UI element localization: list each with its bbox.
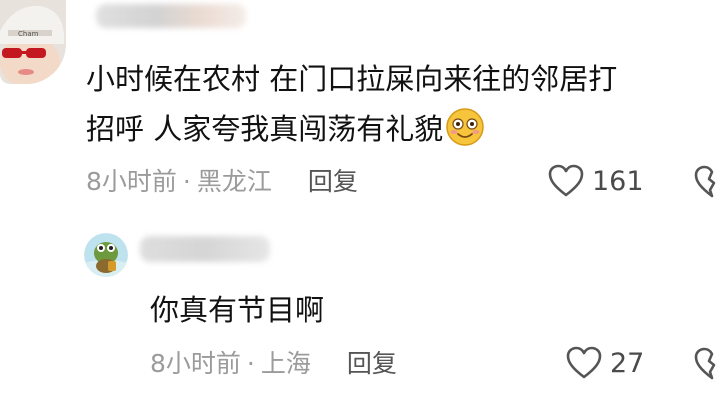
username-blurred[interactable] bbox=[140, 236, 270, 262]
comment-location: 上海 bbox=[260, 349, 311, 378]
meta-separator: · bbox=[182, 167, 191, 196]
dislike-broken-heart-icon[interactable] bbox=[694, 165, 720, 199]
avatar[interactable]: Cham bbox=[0, 0, 66, 84]
comment-line-1: 小时候在农村 在门口拉屎向来往的邻居打 bbox=[86, 62, 618, 96]
reply-button[interactable]: 回复 bbox=[347, 349, 397, 378]
avatar[interactable] bbox=[84, 233, 128, 277]
comment-location: 黑龙江 bbox=[196, 167, 272, 196]
heart-icon bbox=[566, 346, 602, 379]
comment-meta: 8小时前 · 上海 回复 bbox=[150, 348, 397, 380]
comment-time: 8小时前 bbox=[86, 167, 177, 196]
reply-button[interactable]: 回复 bbox=[308, 167, 358, 196]
comment-line-2: 招呼 人家夸我真闯荡有礼貌 bbox=[86, 104, 720, 154]
dislike-broken-heart-icon[interactable] bbox=[694, 347, 720, 381]
comment-text: 你真有节目啊 bbox=[150, 293, 325, 327]
svg-text:Cham: Cham bbox=[18, 30, 39, 38]
username-blurred[interactable] bbox=[96, 4, 246, 28]
heart-icon bbox=[548, 164, 584, 197]
comment-text: 小时候在农村 在门口拉屎向来往的邻居打 招呼 人家夸我真闯荡有礼貌 bbox=[86, 54, 720, 154]
comment-line-2-text: 招呼 人家夸我真闯荡有礼貌 bbox=[86, 112, 444, 146]
like-button[interactable]: 161 bbox=[548, 164, 644, 198]
comment-time: 8小时前 bbox=[150, 349, 241, 378]
like-count: 161 bbox=[592, 165, 644, 197]
like-button[interactable]: 27 bbox=[566, 346, 644, 380]
comment-meta: 8小时前 · 黑龙江 回复 bbox=[86, 166, 358, 198]
like-count: 27 bbox=[610, 347, 645, 379]
meta-separator: · bbox=[246, 349, 255, 378]
smiling-face-emoji-icon bbox=[445, 107, 485, 147]
